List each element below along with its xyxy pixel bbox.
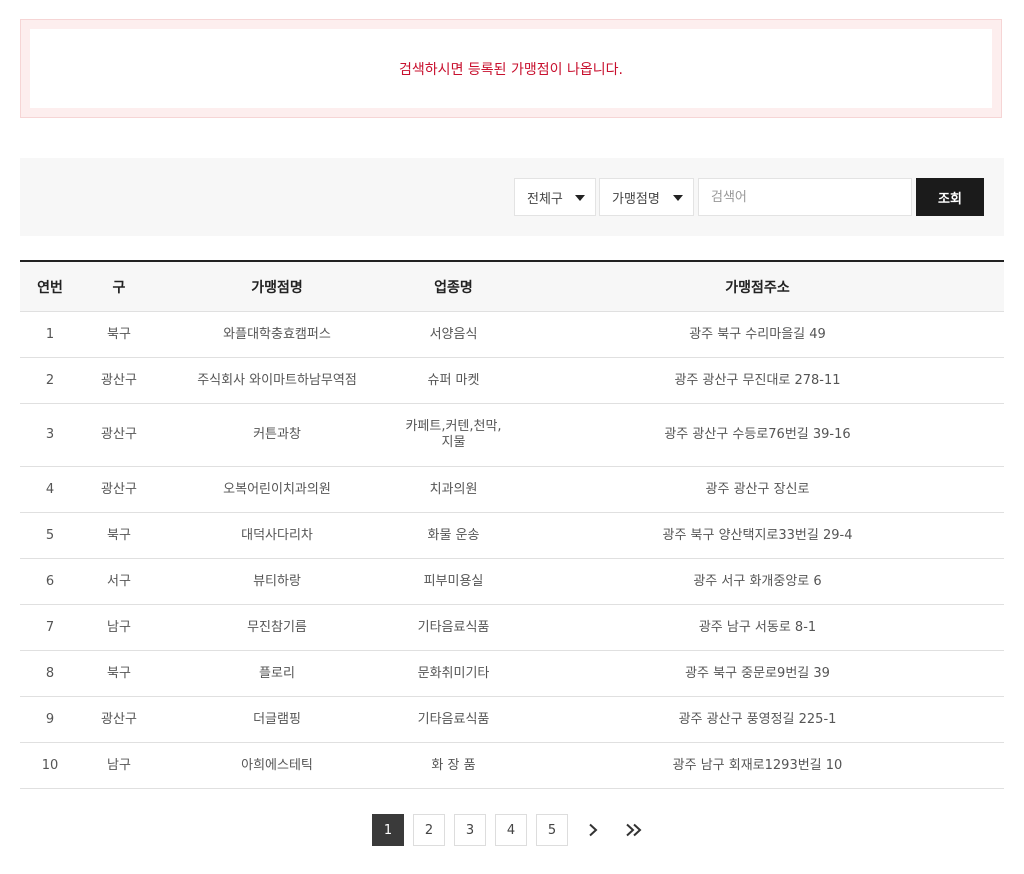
cell-no: 4 <box>20 466 80 513</box>
search-input[interactable] <box>698 178 912 216</box>
cell-gu: 북구 <box>80 650 158 697</box>
search-type-value: 가맹점명 <box>612 191 660 207</box>
cell-no: 2 <box>20 357 80 404</box>
cell-no: 10 <box>20 742 80 789</box>
cell-address: 광주 서구 화개중앙로 6 <box>511 558 1004 605</box>
page-button-1[interactable]: 1 <box>372 814 404 846</box>
table-header-row: 연번 구 가맹점명 업종명 가맹점주소 <box>20 260 1004 312</box>
cell-no: 6 <box>20 558 80 605</box>
search-bar: 전체구 가맹점명 조회 <box>20 158 1004 236</box>
cell-category: 화 장 품 <box>396 742 511 789</box>
cell-no: 5 <box>20 512 80 559</box>
cell-no: 7 <box>20 604 80 651</box>
cell-category: 문화취미기타 <box>396 650 511 697</box>
col-header-no: 연번 <box>20 260 80 312</box>
table-row: 2 광산구 주식회사 와이마트하남무역점 슈퍼 마켓 광주 광산구 무진대로 2… <box>20 357 1004 404</box>
cell-category: 기타음료식품 <box>396 604 511 651</box>
cell-name: 커튼과창 <box>158 403 396 467</box>
table-row: 10 남구 아희에스테틱 화 장 품 광주 남구 회재로1293번길 10 <box>20 742 1004 789</box>
caret-down-icon <box>575 195 585 201</box>
table-row: 4 광산구 오복어린이치과의원 치과의원 광주 광산구 장신로 <box>20 466 1004 513</box>
table-row: 7 남구 무진참기름 기타음료식품 광주 남구 서동로 8-1 <box>20 604 1004 651</box>
cell-gu: 서구 <box>80 558 158 605</box>
notice-message: 검색하시면 등록된 가맹점이 나옵니다. <box>30 29 992 108</box>
caret-down-icon <box>673 195 683 201</box>
cell-no: 8 <box>20 650 80 697</box>
col-header-category: 업종명 <box>396 260 511 312</box>
cell-gu: 광산구 <box>80 696 158 743</box>
cell-name: 아희에스테틱 <box>158 742 396 789</box>
search-button[interactable]: 조회 <box>916 178 984 216</box>
cell-address: 광주 북구 수리마을길 49 <box>511 311 1004 358</box>
cell-address: 광주 남구 서동로 8-1 <box>511 604 1004 651</box>
cell-address: 광주 광산구 수등로76번길 39-16 <box>511 403 1004 467</box>
cell-category: 카페트,커텐,천막,지물 <box>396 403 511 467</box>
cell-gu: 남구 <box>80 604 158 651</box>
cell-name: 무진참기름 <box>158 604 396 651</box>
cell-no: 3 <box>20 403 80 467</box>
cell-gu: 광산구 <box>80 403 158 467</box>
cell-category: 슈퍼 마켓 <box>396 357 511 404</box>
table-row: 9 광산구 더글램핑 기타음료식품 광주 광산구 풍영정길 225-1 <box>20 696 1004 743</box>
table-row: 1 북구 와플대학충효캠퍼스 서양음식 광주 북구 수리마을길 49 <box>20 311 1004 358</box>
col-header-name: 가맹점명 <box>158 260 396 312</box>
cell-name: 더글램핑 <box>158 696 396 743</box>
cell-address: 광주 북구 양산택지로33번길 29-4 <box>511 512 1004 559</box>
page-button-4[interactable]: 4 <box>495 814 527 846</box>
cell-category: 서양음식 <box>396 311 511 358</box>
col-header-address: 가맹점주소 <box>511 260 1004 312</box>
cell-category: 피부미용실 <box>396 558 511 605</box>
cell-gu: 북구 <box>80 311 158 358</box>
cell-name: 뷰티하랑 <box>158 558 396 605</box>
double-chevron-right-icon[interactable] <box>618 814 650 846</box>
page-button-3[interactable]: 3 <box>454 814 486 846</box>
cell-address: 광주 광산구 장신로 <box>511 466 1004 513</box>
cell-gu: 남구 <box>80 742 158 789</box>
district-select-value: 전체구 <box>527 191 563 207</box>
cell-gu: 광산구 <box>80 466 158 513</box>
search-type-select[interactable]: 가맹점명 <box>599 178 694 216</box>
table-row: 5 북구 대덕사다리차 화물 운송 광주 북구 양산택지로33번길 29-4 <box>20 512 1004 559</box>
table-row: 3 광산구 커튼과창 카페트,커텐,천막,지물 광주 광산구 수등로76번길 3… <box>20 403 1004 467</box>
pagination: 1 2 3 4 5 <box>372 813 659 847</box>
cell-no: 1 <box>20 311 80 358</box>
cell-address: 광주 북구 중문로9번길 39 <box>511 650 1004 697</box>
table-row: 6 서구 뷰티하랑 피부미용실 광주 서구 화개중앙로 6 <box>20 558 1004 605</box>
cell-address: 광주 광산구 풍영정길 225-1 <box>511 696 1004 743</box>
cell-address: 광주 남구 회재로1293번길 10 <box>511 742 1004 789</box>
cell-category: 치과의원 <box>396 466 511 513</box>
cell-name: 주식회사 와이마트하남무역점 <box>158 357 396 404</box>
cell-name: 오복어린이치과의원 <box>158 466 396 513</box>
col-header-gu: 구 <box>80 260 158 312</box>
cell-gu: 광산구 <box>80 357 158 404</box>
cell-category: 기타음료식품 <box>396 696 511 743</box>
cell-name: 플로리 <box>158 650 396 697</box>
store-table: 연번 구 가맹점명 업종명 가맹점주소 1 북구 와플대학충효캠퍼스 서양음식 … <box>20 260 1004 789</box>
district-select[interactable]: 전체구 <box>514 178 596 216</box>
page-button-5[interactable]: 5 <box>536 814 568 846</box>
cell-no: 9 <box>20 696 80 743</box>
cell-address: 광주 광산구 무진대로 278-11 <box>511 357 1004 404</box>
cell-name: 와플대학충효캠퍼스 <box>158 311 396 358</box>
cell-category: 화물 운송 <box>396 512 511 559</box>
cell-name: 대덕사다리차 <box>158 512 396 559</box>
table-row: 8 북구 플로리 문화취미기타 광주 북구 중문로9번길 39 <box>20 650 1004 697</box>
cell-gu: 북구 <box>80 512 158 559</box>
page-button-2[interactable]: 2 <box>413 814 445 846</box>
notice-box: 검색하시면 등록된 가맹점이 나옵니다. <box>20 19 1002 118</box>
chevron-right-icon[interactable] <box>577 814 609 846</box>
